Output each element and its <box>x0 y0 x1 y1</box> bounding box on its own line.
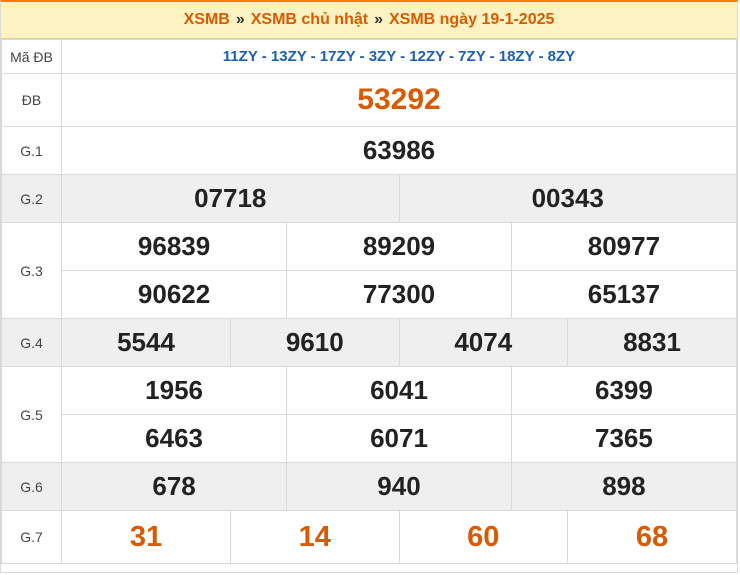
prize-7-row: G.7 31 14 60 68 <box>1 510 737 564</box>
prize-4-number: 4074 <box>398 319 568 366</box>
special-code-label: Mã ĐB <box>1 39 62 74</box>
prize-3-number: 89209 <box>286 223 512 271</box>
results-panel: XSMB » XSMB chủ nhật » XSMB ngày 19-1-20… <box>0 0 738 573</box>
prize-5-number: 6463 <box>62 414 287 462</box>
prize-6-row: G.6 678 940 898 <box>1 462 737 511</box>
prize-5-number: 6041 <box>286 367 512 415</box>
breadcrumb-xsmb-sunday-link[interactable]: XSMB chủ nhật <box>251 11 368 29</box>
breadcrumb: XSMB » XSMB chủ nhật » XSMB ngày 19-1-20… <box>1 2 737 39</box>
prize-7-label: G.7 <box>1 510 62 564</box>
breadcrumb-xsmb-link[interactable]: XSMB <box>184 11 230 29</box>
prize-3-number: 96839 <box>137 231 211 261</box>
breadcrumb-separator: » <box>374 11 383 28</box>
prize-2-label: G.2 <box>1 174 62 223</box>
prize-5-number: 7365 <box>510 414 736 462</box>
prize-7-number: 68 <box>567 511 736 563</box>
prize-7-number: 31 <box>129 520 163 553</box>
special-prize-row: ĐB 53292 <box>1 73 737 127</box>
prize-6-label: G.6 <box>1 462 62 511</box>
prize-6-number: 678 <box>62 463 287 510</box>
prize-4-label: G.4 <box>1 318 62 367</box>
breadcrumb-separator: » <box>235 11 245 28</box>
prize-3-row: G.3 96839 89209 80977 90622 77300 65137 <box>1 222 737 319</box>
prize-5-number: 6399 <box>510 367 736 415</box>
prize-4-row: G.4 5544 9610 4074 8831 <box>1 318 737 367</box>
special-prize-label: ĐB <box>1 73 62 127</box>
prize-2-number: 07718 <box>62 175 399 222</box>
prize-5-label: G.5 <box>1 366 62 463</box>
prize-1-number: 63986 <box>61 126 737 175</box>
prize-5-number: 1956 <box>145 375 203 405</box>
results-table: Mã ĐB 11ZY - 13ZY - 17ZY - 3ZY - 12ZY - … <box>1 39 737 564</box>
prize-2-row: G.2 07718 00343 <box>1 174 737 223</box>
special-code-row: Mã ĐB 11ZY - 13ZY - 17ZY - 3ZY - 12ZY - … <box>1 39 737 74</box>
special-prize-number: 53292 <box>61 73 737 127</box>
prize-7-number: 60 <box>398 511 568 563</box>
prize-5-number: 6071 <box>286 414 512 462</box>
prize-5-row: G.5 1956 6041 6399 6463 6071 7365 <box>1 366 737 463</box>
prize-6-number: 898 <box>510 463 736 510</box>
prize-3-number: 77300 <box>286 270 512 318</box>
prize-6-number: 940 <box>286 463 512 510</box>
prize-1-row: G.1 63986 <box>1 126 737 175</box>
prize-3-label: G.3 <box>1 222 62 319</box>
breadcrumb-xsmb-date-link[interactable]: XSMB ngày 19-1-2025 <box>389 11 554 29</box>
prize-4-number: 9610 <box>230 319 399 366</box>
special-code-value: 11ZY - 13ZY - 17ZY - 3ZY - 12ZY - 7ZY - … <box>61 39 737 74</box>
prize-7-number: 14 <box>230 511 399 563</box>
prize-2-number: 00343 <box>398 175 736 222</box>
prize-3-number: 65137 <box>510 270 736 318</box>
prize-4-number: 5544 <box>62 319 231 366</box>
prize-4-number: 8831 <box>567 319 736 366</box>
prize-3-number: 90622 <box>62 270 287 318</box>
prize-3-number: 80977 <box>510 223 736 271</box>
prize-1-label: G.1 <box>1 126 62 175</box>
